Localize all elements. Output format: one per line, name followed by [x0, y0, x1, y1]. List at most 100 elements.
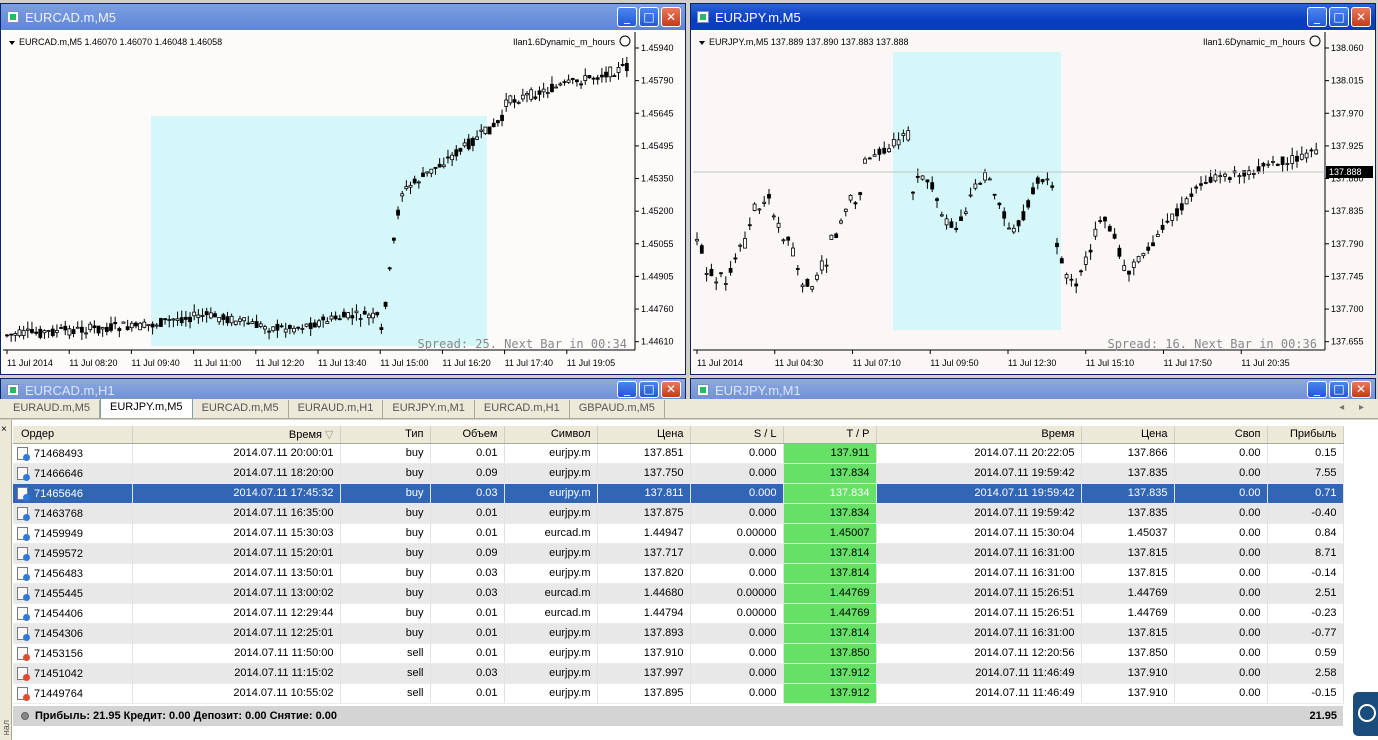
column-header-sl[interactable]: S / L	[690, 426, 784, 444]
order-number: 71459572	[34, 547, 83, 560]
candle-body	[1088, 249, 1093, 253]
maximize-button[interactable]: □	[639, 381, 659, 398]
column-header-order[interactable]: Ордер	[13, 426, 133, 444]
tab-euraud-m5[interactable]: EURAUD.m,M5	[4, 400, 101, 418]
minimize-button[interactable]: _	[617, 381, 637, 398]
close-button[interactable]: ✕	[1351, 381, 1371, 398]
cell-symbol: eurcad.m	[504, 603, 598, 624]
table-row[interactable]: 71453156 2014.07.11 11:50:00 sell 0.01 eurjp…	[13, 643, 1344, 664]
table-row[interactable]: 71456483 2014.07.11 13:50:01 buy 0.03 eurjpy…	[13, 563, 1344, 584]
candle-body	[354, 310, 359, 314]
column-header-volume[interactable]: Объем	[430, 426, 505, 444]
terminal-panel: × нал Ордер Время ▽ Тип Объем Символ Цен…	[0, 420, 1378, 740]
cell-open-price: 137.811	[597, 483, 691, 504]
candlestick-chart[interactable]: 1.45940 1.45790 1.45645 1.45495 1.45350 1.452…	[3, 32, 683, 372]
table-row[interactable]: 71463768 2014.07.11 16:35:00 buy 0.01 eurjpy…	[13, 503, 1344, 524]
close-button[interactable]: ✕	[1351, 7, 1371, 27]
candle-body	[843, 208, 848, 212]
price-chart[interactable]: 1.45940 1.45790 1.45645 1.45495 1.45350 1.452…	[3, 32, 683, 372]
candle-body	[208, 312, 213, 319]
cell-symbol: eurjpy.m	[504, 563, 598, 584]
terminal-close-button[interactable]: ×	[1, 424, 7, 435]
candle-body	[325, 321, 330, 324]
column-header-close-time[interactable]: Время	[876, 426, 1082, 444]
table-row[interactable]: 71459572 2014.07.11 15:20:01 buy 0.09 eurjpy…	[13, 543, 1344, 564]
session-highlight-zone	[151, 116, 487, 346]
column-header-swap[interactable]: Своп	[1174, 426, 1268, 444]
chart-window-eurcad-m5[interactable]: EURCAD.m,M5 _ □ ✕ 1.45940 1.45790 1.45645 1…	[0, 3, 686, 375]
table-row[interactable]: 71459949 2014.07.11 15:30:03 buy 0.01 eurcad…	[13, 523, 1344, 544]
table-row[interactable]: 71455445 2014.07.11 13:00:02 buy 0.03 eurcad…	[13, 583, 1344, 604]
candle-body	[959, 216, 963, 222]
chart-window-eurjpy-m1[interactable]: EURJPY.m,M1 _ □ ✕	[690, 378, 1376, 401]
cell-open-price: 137.895	[597, 683, 691, 704]
tab-euraud-h1[interactable]: EURAUD.m,H1	[289, 400, 384, 418]
maximize-button[interactable]: □	[1329, 7, 1349, 27]
candle-body	[562, 81, 567, 84]
table-row[interactable]: 71468493 2014.07.11 20:00:01 buy 0.01 eurjpy…	[13, 443, 1344, 464]
column-header-close-price[interactable]: Цена	[1081, 426, 1175, 444]
candle-body	[810, 286, 815, 290]
window-title: EURCAD.m,H1	[25, 382, 115, 398]
cell-type: buy	[340, 623, 431, 644]
column-header-open-time[interactable]: Время ▽	[132, 426, 341, 444]
candle-body	[188, 316, 192, 323]
tab-eurjpy-m1[interactable]: EURJPY.m,M1	[383, 400, 475, 418]
maximize-button[interactable]: □	[639, 7, 659, 27]
chart-window-eurjpy-m5[interactable]: EURJPY.m,M5 _ □ ✕ 138.060 138.015 137.970 1…	[690, 3, 1376, 375]
table-row[interactable]: 71465646 2014.07.11 17:45:32 buy 0.03 eurjpy…	[13, 483, 1344, 504]
cell-volume: 0.03	[430, 563, 505, 584]
candle-body	[786, 236, 791, 241]
cell-close-time: 2014.07.11 11:46:49	[876, 663, 1082, 684]
table-row[interactable]: 71466646 2014.07.11 18:20:00 buy 0.09 eurjpy…	[13, 463, 1344, 484]
close-button[interactable]: ✕	[661, 7, 681, 27]
cell-open-price: 137.910	[597, 643, 691, 664]
minimize-button[interactable]: _	[1307, 381, 1327, 398]
cell-type: buy	[340, 543, 431, 564]
tab-eurjpy-m5[interactable]: EURJPY.m,M5	[100, 398, 193, 418]
teamviewer-icon[interactable]	[1353, 692, 1378, 736]
candle-body	[978, 182, 983, 185]
maximize-button[interactable]: □	[1329, 381, 1349, 398]
table-row[interactable]: 71451042 2014.07.11 11:15:02 sell 0.03 eurjp…	[13, 663, 1344, 684]
chart-window-eurcad-h1[interactable]: EURCAD.m,H1 _ □ ✕	[0, 378, 686, 401]
candle-body	[1199, 183, 1203, 186]
window-titlebar[interactable]: EURCAD.m,M5 _ □ ✕	[1, 4, 685, 30]
window-titlebar[interactable]: EURJPY.m,M1 _ □ ✕	[691, 379, 1375, 401]
price-tick-label: 137.790	[1331, 239, 1364, 249]
tab-gbpaud-m5[interactable]: GBPAUD.m,M5	[570, 400, 665, 418]
candlestick-chart[interactable]: 138.060138.015137.970137.925137.880137.8…	[693, 32, 1373, 372]
table-row[interactable]: 71454406 2014.07.11 12:29:44 buy 0.01 eurcad…	[13, 603, 1344, 624]
cell-open-time: 2014.07.11 20:00:01	[132, 443, 341, 464]
tab-eurcad-h1[interactable]: EURCAD.m,H1	[475, 400, 570, 418]
chart-header-quote: EURCAD.m,M5 1.46070 1.46070 1.46048 1.46…	[19, 37, 222, 47]
candle-body	[805, 278, 810, 287]
candle-body	[121, 321, 126, 324]
column-header-profit[interactable]: Прибыль	[1267, 426, 1344, 444]
column-header-open-price[interactable]: Цена	[597, 426, 691, 444]
minimize-button[interactable]: _	[1307, 7, 1327, 27]
column-header-type[interactable]: Тип	[340, 426, 431, 444]
close-button[interactable]: ✕	[661, 381, 681, 398]
tab-scroll-arrows[interactable]: ◂ ▸	[1339, 402, 1370, 413]
candle-body	[575, 79, 579, 83]
window-titlebar[interactable]: EURJPY.m,M5 _ □ ✕	[691, 4, 1375, 30]
table-row[interactable]: 71449764 2014.07.11 10:55:02 sell 0.01 eurjp…	[13, 683, 1344, 704]
tab-eurcad-m5[interactable]: EURCAD.m,M5	[193, 400, 289, 418]
candle-body	[63, 325, 68, 331]
column-header-tp[interactable]: T / P	[783, 426, 877, 444]
candle-body	[150, 323, 155, 328]
candle-body	[471, 138, 475, 146]
table-row[interactable]: 71454306 2014.07.11 12:25:01 buy 0.01 eurjpy…	[13, 623, 1344, 644]
candle-body	[242, 317, 247, 322]
chart-tabs: EURAUD.m,M5 EURJPY.m,M5 EURCAD.m,M5 EURA…	[0, 398, 1378, 419]
column-header-symbol[interactable]: Символ	[504, 426, 598, 444]
cell-close-time: 2014.07.11 12:20:56	[876, 643, 1082, 664]
candle-body	[1107, 225, 1112, 232]
price-chart[interactable]: 138.060 138.015 137.970 137.925 137.880 137.8…	[693, 32, 1373, 372]
candle-body	[1194, 186, 1199, 189]
cell-open-price: 137.875	[597, 503, 691, 524]
minimize-button[interactable]: _	[617, 7, 637, 27]
cell-sl: 0.00000	[690, 603, 784, 624]
candle-body	[620, 63, 625, 66]
